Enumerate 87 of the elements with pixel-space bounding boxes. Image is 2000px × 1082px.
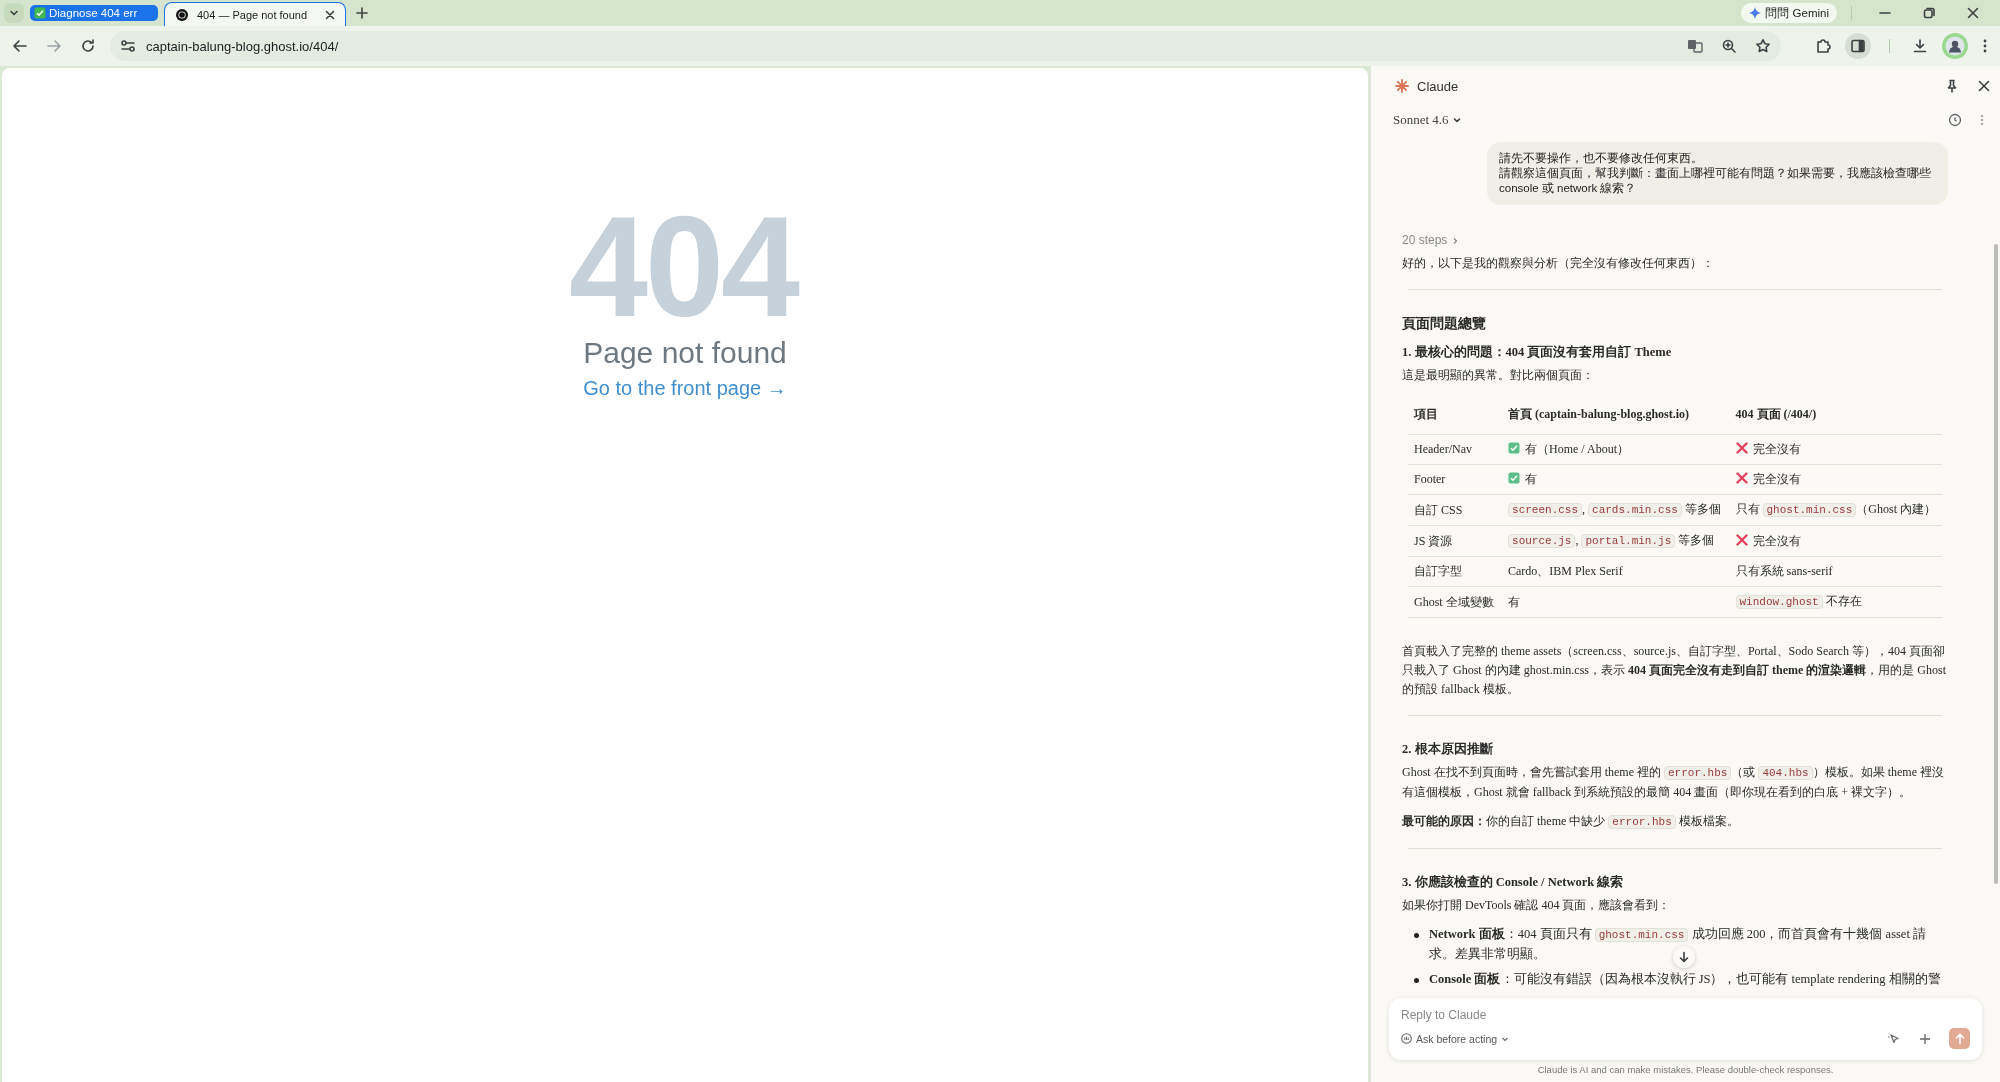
person-icon xyxy=(1945,36,1965,56)
front-page-link[interactable]: Go to the front page → xyxy=(583,377,787,400)
user-message: 請先不要操作，也不要修改任何東西。 請觀察這個頁面，幫我判斷：畫面上哪裡可能有問題？如果需要，我應該檢查哪些 console 或 network 線索？ xyxy=(1487,142,1948,205)
scroll-down-button[interactable] xyxy=(1673,946,1695,968)
list-item: Console 面板：可能沒有錯誤（因為根本沒執行 JS），也可能有 template rendering 相關的警 xyxy=(1429,971,1941,988)
plus-icon xyxy=(356,7,368,19)
section-subheading: 3. 你應該檢查的 Console / Network 線索 xyxy=(1402,874,1625,891)
table-cell: 有（Home / About） xyxy=(1525,442,1630,456)
paragraph: 這是最明顯的異常。對比兩個頁面： xyxy=(1402,367,1595,384)
column-header: 項目 xyxy=(1408,399,1503,435)
checkbox-icon xyxy=(1508,472,1521,484)
table-cell: JS 資源 xyxy=(1414,533,1453,548)
plus-icon[interactable] xyxy=(1919,1032,1931,1045)
cross-icon xyxy=(1735,442,1748,454)
error-message: Page not found xyxy=(583,336,787,369)
sparkle-icon xyxy=(1749,7,1762,19)
table-cell: source.js , portal.min.js 等多個 xyxy=(1508,533,1715,547)
paragraph: 最可能的原因：你的自訂 theme 中缺少 error.hbs 模板檔案。 xyxy=(1402,813,1740,831)
chevron-right-icon xyxy=(1451,236,1460,245)
chevron-down-icon xyxy=(1452,116,1461,124)
error-code: 404 xyxy=(568,196,800,338)
menu-icon[interactable] xyxy=(1982,38,1988,54)
table-cell: 有 xyxy=(1525,472,1538,486)
panel-title: Claude xyxy=(1417,78,1459,94)
bullet-icon xyxy=(1414,933,1419,938)
tab-search-button[interactable] xyxy=(4,3,24,23)
list-item: Network 面板：404 頁面只有 ghost.min.css 成功回應 200，而首頁會有十幾個 asset 請求。差異非常明顯。 xyxy=(1429,926,1928,963)
disclaimer-text: Claude is AI and can make mistakes. Please double-check responses. xyxy=(1536,1064,1835,1075)
checkbox-icon xyxy=(34,7,46,19)
asterisk-logo-icon xyxy=(1395,79,1409,93)
table-cell: 完全沒有 xyxy=(1752,472,1801,486)
table-cell: 只有系統 sans-serif xyxy=(1735,564,1833,578)
checkbox-icon xyxy=(1508,442,1521,454)
paragraph: 如果你打開 DevTools 確認 404 頁面，應該會看到： xyxy=(1402,897,1672,914)
section-heading: 頁面問題總覽 xyxy=(1402,315,1487,333)
download-icon[interactable] xyxy=(1912,38,1928,54)
browser-tab[interactable]: 404 — Page not found xyxy=(164,2,346,26)
favicon-icon xyxy=(175,7,189,22)
profile-avatar[interactable] xyxy=(1942,33,1968,59)
restore-icon[interactable] xyxy=(1922,6,1936,20)
close-icon[interactable] xyxy=(1966,6,1980,20)
scrollbar[interactable] xyxy=(1994,244,1998,884)
back-icon[interactable] xyxy=(12,38,28,54)
section-subheading: 1. 最核心的問題：404 頁面沒有套用自訂 Theme xyxy=(1402,344,1673,361)
arrow-up-icon xyxy=(1953,1032,1966,1045)
close-icon[interactable] xyxy=(325,9,335,20)
puzzle-icon[interactable] xyxy=(1815,38,1831,54)
column-header: 首頁 (captain-balung-blog.ghost.io) xyxy=(1502,399,1730,435)
history-icon[interactable] xyxy=(1948,113,1962,127)
side-panel-button[interactable] xyxy=(1845,33,1871,59)
gemini-button[interactable]: 問問 Gemini xyxy=(1741,3,1837,23)
star-icon[interactable] xyxy=(1755,38,1771,54)
table-cell: screen.css , cards.min.css 等多個 xyxy=(1508,502,1721,516)
side-panel-icon xyxy=(1850,38,1866,54)
paragraph: Ghost 在找不到頁面時，會先嘗試套用 theme 裡的 error.hbs （或 404.hbs ）模板。如果 theme 裡沒有這個模板，Ghost 就會 fallback 到系統預設的最簡 404 畫面（即你現在看到的白底 + 裸文字）。 xyxy=(1402,764,1945,801)
section-subheading: 2. 根本原因推斷 xyxy=(1402,741,1494,758)
table-cell: Cardo、IBM Plex Serif xyxy=(1508,564,1623,578)
table-cell: window.ghost 不存在 xyxy=(1735,594,1862,608)
table-cell: 只有 ghost.min.css （Ghost 內建） xyxy=(1735,502,1936,516)
column-header: 404 頁面 (/404/) xyxy=(1729,399,1942,435)
reply-field[interactable]: Reply to Claude Ask before acting xyxy=(1389,998,1982,1060)
cursor-icon[interactable] xyxy=(1887,1031,1901,1046)
address-bar[interactable]: captain-balung-blog.ghost.io/404/ xyxy=(110,31,1781,61)
cross-icon xyxy=(1735,533,1748,546)
mode-selector[interactable]: Ask before acting xyxy=(1401,1032,1510,1045)
paragraph: 好的，以下是我的觀察與分析（完全沒有修改任何東西）： xyxy=(1402,255,1715,272)
table-cell: Ghost 全域變數 xyxy=(1414,594,1494,609)
close-icon[interactable] xyxy=(1978,80,1990,92)
paragraph: 首頁載入了完整的 theme assets（screen.css、source.js、自訂字型、Portal、Sodo Search 等），404 頁面卻只載入了 Ghost 的內建 ghost.min.css，表示 404 頁面完全沒有走到自訂 theme 的渲染邏輯，用的是 Ghost 的預設 fallback 模板。 xyxy=(1402,643,1947,698)
table-cell: 自訂字型 xyxy=(1414,564,1462,578)
arrow-down-icon xyxy=(1678,951,1690,963)
steps-toggle[interactable]: 20 steps xyxy=(1402,231,1460,250)
table-cell: Footer xyxy=(1414,472,1446,486)
table-cell: 自訂 CSS xyxy=(1414,502,1463,517)
table-cell: Header/Nav xyxy=(1414,442,1472,456)
table-cell: 完全沒有 xyxy=(1752,533,1801,548)
table-cell: 完全沒有 xyxy=(1752,442,1801,456)
tab-group-chip[interactable]: Diagnose 404 err xyxy=(30,5,158,21)
site-info-icon[interactable] xyxy=(120,38,136,54)
translate-icon[interactable] xyxy=(1687,38,1703,54)
reload-icon[interactable] xyxy=(80,38,96,54)
cross-icon xyxy=(1735,472,1748,484)
zoom-icon[interactable] xyxy=(1721,38,1737,54)
bullet-icon xyxy=(1414,978,1419,983)
table-cell: 有 xyxy=(1508,594,1521,609)
model-selector[interactable]: Sonnet 4.6 xyxy=(1393,112,1461,128)
pin-icon[interactable] xyxy=(1946,79,1958,93)
